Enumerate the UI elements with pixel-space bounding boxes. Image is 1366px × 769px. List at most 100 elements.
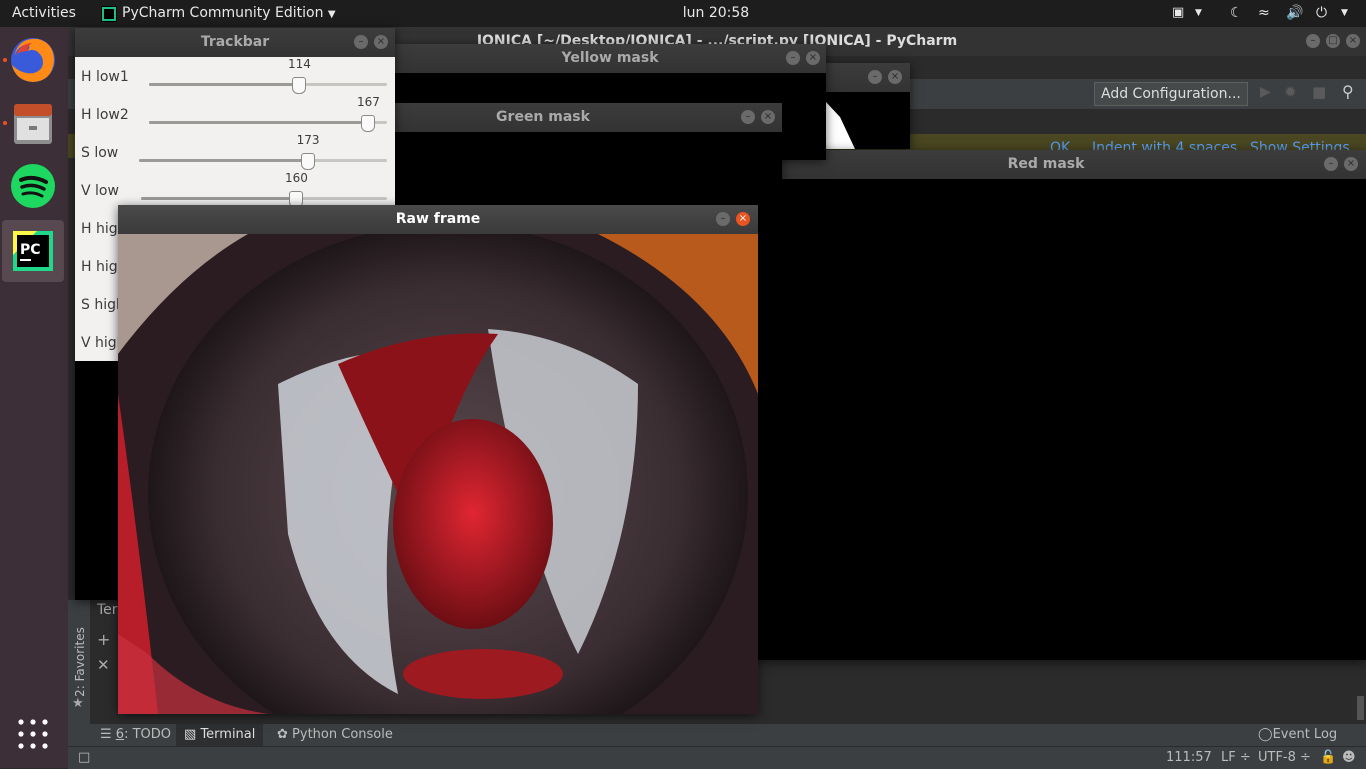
slider-thumb[interactable] <box>291 77 306 94</box>
trackbar-title: Trackbar <box>75 28 395 57</box>
minimize-icon[interactable]: – <box>1306 34 1320 48</box>
add-icon[interactable]: + <box>97 630 110 649</box>
pycharm-small-icon <box>101 6 117 22</box>
terminal-label: Terminal <box>200 727 256 742</box>
slider-value: 160 <box>284 171 308 185</box>
event-log-tab[interactable]: ◯Event Log <box>1258 727 1337 742</box>
trackbar-row: H low2 167 <box>75 95 395 133</box>
slider-thumb[interactable] <box>360 115 375 132</box>
svg-text:PC: PC <box>20 242 41 258</box>
slider-label: H low1 <box>81 69 129 85</box>
list-icon: ☰ <box>100 727 112 742</box>
run-icon[interactable]: ▶ <box>1260 84 1271 100</box>
green-mask-title: Green mask <box>394 103 782 132</box>
files-icon[interactable] <box>2 92 64 154</box>
raw-frame-window: Raw frame – × <box>118 205 758 714</box>
todo-tab[interactable]: ☰ 6: TODO <box>100 727 171 742</box>
slider-label: H low2 <box>81 107 129 123</box>
yellow-mask-title: Yellow mask <box>394 44 826 73</box>
terminal-icon: ▧ <box>184 727 197 742</box>
encoding[interactable]: UTF-8 ÷ <box>1258 750 1311 765</box>
spotify-icon[interactable] <box>2 155 64 217</box>
search-icon[interactable]: ⚲ <box>1342 82 1354 101</box>
todo-number: 6 <box>115 727 125 742</box>
python-icon: ✿ <box>277 727 288 742</box>
clock[interactable]: lun 20:58 <box>656 5 776 21</box>
stop-icon[interactable]: ■ <box>1312 83 1326 101</box>
bottom-tool-bar: ☰ 6: TODO ▧ Terminal ✿ Python Console ◯E… <box>68 724 1366 746</box>
camera-image <box>118 234 758 714</box>
close-icon[interactable]: ✕ <box>97 656 110 674</box>
python-console-label: Python Console <box>292 727 393 742</box>
slider-value: 173 <box>296 133 320 147</box>
close-icon[interactable]: × <box>374 35 388 49</box>
inspector-icon[interactable]: ☻ <box>1342 750 1356 765</box>
event-log-label: Event Log <box>1272 727 1338 742</box>
slider-track[interactable] <box>141 197 387 200</box>
wifi-icon[interactable]: ≈ <box>1258 5 1270 21</box>
slider-fill <box>139 159 308 162</box>
chevron-down-icon[interactable]: ▼ <box>1341 8 1348 18</box>
activities-button[interactable]: Activities <box>12 5 76 21</box>
terminal-bottom-tab[interactable]: ▧ Terminal <box>176 724 264 746</box>
slider-value: 114 <box>287 57 311 71</box>
close-icon[interactable]: × <box>736 212 750 226</box>
trackbar-row: V low 160 <box>75 171 395 209</box>
close-icon[interactable]: × <box>1344 157 1358 171</box>
close-icon[interactable]: × <box>806 51 820 65</box>
chevron-down-icon: ▼ <box>327 9 336 20</box>
minimize-icon[interactable]: – <box>868 70 882 84</box>
maximize-icon[interactable]: □ <box>1326 34 1340 48</box>
power-icon[interactable]: ⏻ <box>1316 5 1327 21</box>
slider-fill <box>149 121 368 124</box>
dock: PC <box>0 27 68 768</box>
red-mask-window: Red mask – × <box>726 150 1366 660</box>
trackbar-row: S low 173 <box>75 133 395 171</box>
slider-track[interactable] <box>149 121 387 124</box>
trackbar-row: H low1 114 <box>75 57 395 95</box>
pycharm-icon[interactable]: PC <box>2 220 64 282</box>
raw-frame-title: Raw frame <box>118 205 758 234</box>
status-bar: □ 111:57 LF ÷ UTF-8 ÷ 🔓 ☻ <box>68 746 1366 769</box>
python-console-tab[interactable]: ✿ Python Console <box>277 727 393 742</box>
slider-track[interactable] <box>139 159 387 162</box>
minimize-icon[interactable]: – <box>354 35 368 49</box>
app-menu-label: PyCharm Community Edition <box>122 5 324 21</box>
minimize-icon[interactable]: – <box>786 51 800 65</box>
close-icon[interactable]: × <box>1346 34 1360 48</box>
grid-icon[interactable] <box>17 718 49 750</box>
lock-icon[interactable]: 🔓 <box>1320 750 1336 765</box>
caret-position[interactable]: 111:57 <box>1166 750 1212 765</box>
star-icon: ★ <box>72 696 84 711</box>
slider-label: V low <box>81 183 119 199</box>
green-mask-window: Green mask – × <box>394 103 782 213</box>
slider-thumb[interactable] <box>300 153 315 170</box>
minimize-icon[interactable]: – <box>1324 157 1338 171</box>
terminal-tab[interactable]: Ter <box>97 602 118 618</box>
add-configuration-button[interactable]: Add Configuration... <box>1094 82 1248 106</box>
slider-label: S low <box>81 145 119 161</box>
scrollbar[interactable] <box>1357 696 1364 720</box>
debug-icon[interactable]: ✹ <box>1284 83 1297 101</box>
top-bar: Activities PyCharm Community Edition ▼ l… <box>0 0 1366 27</box>
close-icon[interactable]: × <box>761 110 775 124</box>
raw-frame-view <box>118 234 758 714</box>
slider-value: 167 <box>356 95 380 109</box>
red-mask-view <box>726 179 1366 660</box>
minimize-icon[interactable]: – <box>716 212 730 226</box>
close-icon[interactable]: × <box>888 70 902 84</box>
favorites-tab[interactable]: 2: Favorites <box>73 620 87 704</box>
slider-track[interactable] <box>149 83 387 86</box>
toggle-panels-icon[interactable]: □ <box>78 750 90 765</box>
slider-fill <box>141 197 296 200</box>
line-separator[interactable]: LF ÷ <box>1221 750 1251 765</box>
volume-icon[interactable]: 🔊 <box>1286 5 1303 21</box>
chevron-down-icon[interactable]: ▼ <box>1195 8 1202 18</box>
minimize-icon[interactable]: – <box>741 110 755 124</box>
firefox-icon[interactable] <box>2 29 64 91</box>
night-light-icon[interactable]: ☾ <box>1230 5 1243 21</box>
app-menu[interactable]: PyCharm Community Edition ▼ <box>122 5 336 21</box>
slider-fill <box>149 83 299 86</box>
network-wired-icon[interactable]: ▣ <box>1172 5 1184 20</box>
todo-label: : TODO <box>124 727 172 742</box>
